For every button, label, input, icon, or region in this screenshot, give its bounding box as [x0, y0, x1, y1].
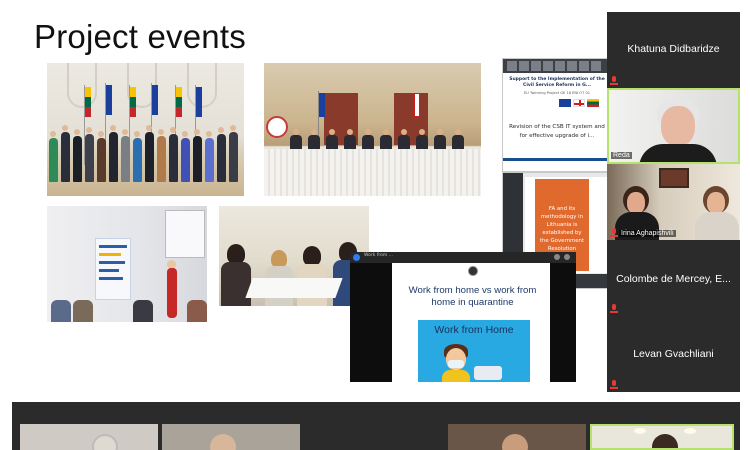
event-photo-training-room [47, 206, 207, 322]
participant-name: Colombe de Mercey, E... [616, 273, 731, 285]
participant-name: Khatuna Didbaridze [627, 43, 720, 55]
window-minimize-icon[interactable] [554, 254, 560, 260]
event-photo-desk-meeting [219, 206, 369, 306]
lithuania-flag-icon [587, 99, 599, 107]
participant-tile-colombe[interactable]: Colombe de Mercey, E... [607, 240, 740, 316]
laptop-illustration [474, 366, 502, 380]
slide2-body: FA and its methodology in Lithuania is e… [539, 206, 585, 252]
slide-title: Project events [34, 18, 246, 55]
gallery-video-tile-active[interactable] [590, 424, 734, 450]
participant-thumbnail-bar [503, 59, 609, 73]
gallery-video-tile[interactable] [448, 424, 586, 450]
window-close-icon[interactable] [564, 254, 570, 260]
participant-tile-irina[interactable]: Irina Aghapishvili [607, 164, 740, 240]
participant-tile-khatuna[interactable]: Khatuna Didbaridze [607, 12, 740, 88]
participant-name: Levan Gvachliani [633, 348, 714, 360]
video-call-screen: Project events Support to the Implementa… [0, 0, 750, 450]
georgia-flag-icon [573, 99, 585, 107]
partner-flags [559, 99, 607, 107]
eu-flag-icon [559, 99, 571, 107]
gallery-view-strip [12, 402, 740, 450]
gallery-video-tile[interactable] [20, 424, 158, 450]
camera-icon [468, 266, 478, 276]
participant-tile-levan[interactable]: Levan Gvachliani [607, 316, 740, 392]
participant-name: Reda [611, 152, 632, 159]
gallery-video-tile[interactable] [162, 424, 300, 450]
gallery-video-tile[interactable] [304, 424, 442, 450]
rollup-banner [95, 238, 131, 300]
muted-mic-icon [610, 228, 618, 237]
participant-name: Irina Aghapishvili [619, 230, 676, 237]
slide3-box-text: Work from Home [434, 324, 514, 336]
shared-slide-window-1[interactable]: Support to the Implementation of the Civ… [502, 58, 610, 172]
event-photo-conference-table [264, 63, 481, 196]
window-header: Work from ... [350, 252, 576, 263]
app-icon [353, 254, 360, 261]
shared-slide-window-3[interactable]: Work from ... Work from home vs work fro… [350, 252, 576, 382]
muted-mic-icon [610, 380, 618, 389]
logo-emblem [266, 116, 288, 138]
window-header-title: Work from ... [364, 253, 394, 258]
slide3-title: Work from home vs work from home in quar… [408, 285, 537, 308]
participant-tile-reda[interactable]: Reda [607, 88, 740, 164]
muted-mic-icon [610, 304, 618, 313]
slide1-subtitle: EU Twinning Project GE 18 ENI OT 01 [523, 91, 591, 95]
slide1-title: Support to the Implementation of the Civ… [509, 77, 605, 88]
muted-mic-icon [610, 76, 618, 85]
slide1-body: Revision of the CSB IT system and for ef… [509, 124, 605, 139]
event-photo-group-flags [47, 63, 244, 196]
